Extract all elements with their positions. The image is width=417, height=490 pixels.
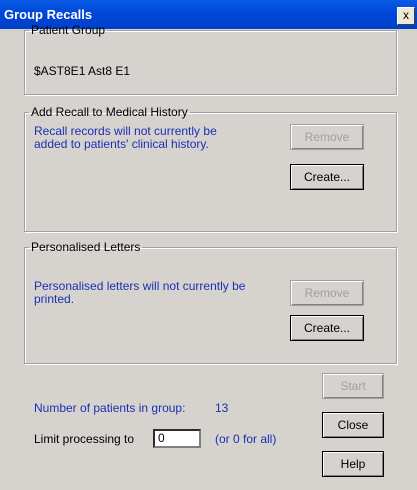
patient-group-value: $AST8E1 Ast8 E1 <box>34 64 131 78</box>
letters-create-button[interactable]: Create... <box>290 315 364 341</box>
close-icon[interactable]: x <box>397 7 415 25</box>
close-button[interactable]: Close <box>322 412 384 438</box>
window-title: Group Recalls <box>4 7 93 22</box>
patient-group-legend: Patient Group <box>31 23 106 37</box>
recall-remove-button[interactable]: Remove <box>290 124 364 150</box>
recall-message-line2: added to patients' clinical history. <box>34 137 209 151</box>
limit-processing-input[interactable]: 0 <box>153 429 201 448</box>
personalised-letters-legend: Personalised Letters <box>31 240 141 254</box>
patient-group-box: Patient Group <box>24 23 397 95</box>
letters-remove-button[interactable]: Remove <box>290 280 364 306</box>
help-button[interactable]: Help <box>322 451 384 477</box>
recall-create-button[interactable]: Create... <box>290 164 364 190</box>
start-button[interactable]: Start <box>322 373 384 399</box>
patients-count-value: 13 <box>215 401 229 415</box>
add-recall-legend: Add Recall to Medical History <box>31 105 188 119</box>
dialog-client-area: Patient Group $AST8E1 Ast8 E1 Add Recall… <box>0 23 417 490</box>
letters-message-line2: printed. <box>34 292 75 306</box>
patients-count-label: Number of patients in group: <box>34 401 186 415</box>
limit-processing-label: Limit processing to <box>34 432 135 446</box>
limit-processing-hint: (or 0 for all) <box>215 432 277 446</box>
